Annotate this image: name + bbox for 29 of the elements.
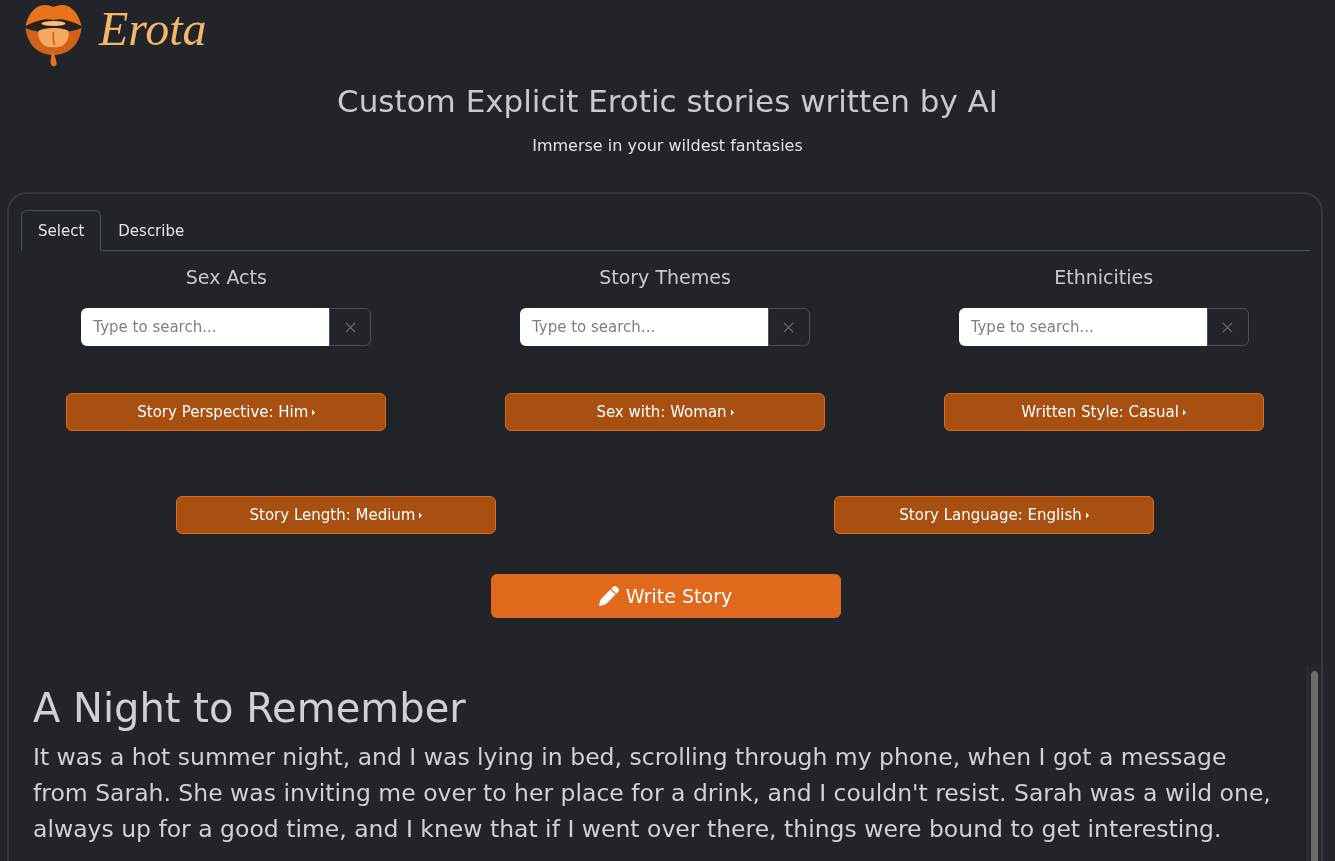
search-field[interactable]: Type to search... [520, 308, 768, 346]
close-icon [344, 321, 356, 333]
caret-icon [1085, 511, 1089, 519]
page-title: Custom Explicit Erotic stories written by AI [337, 83, 998, 119]
dropdown-button[interactable]: Story Language: English [834, 496, 1154, 534]
close-icon [783, 321, 795, 333]
search-field[interactable]: Type to search... [81, 308, 330, 346]
filter-heading: Story Themes [599, 265, 731, 289]
story-text: It was a hot summer night, and I was lying in bed, scrolling through my phone, when I got a message from Sarah. She was inviting me over to her place for a drink, and I couldn't resist. Sarah was a wild one, always up for a good time, and I knew that if I went over there, things were bound to get interesting. [33, 742, 1272, 845]
search-field[interactable]: Type to search... [958, 308, 1207, 346]
logo-wordmark[interactable]: Erota [99, 1, 207, 57]
tab[interactable]: Select [21, 210, 102, 251]
clear-button[interactable] [1206, 308, 1249, 346]
write-story-button[interactable]: Write Story [490, 574, 841, 618]
dropdown-button[interactable]: Story Length: Medium [176, 496, 496, 534]
dropdown-button[interactable]: Written Style: Casual [943, 393, 1264, 431]
dropdown-button[interactable]: Sex with: Woman [505, 393, 825, 431]
filter-heading: Ethnicities [1054, 265, 1154, 289]
dropdown-button[interactable]: Story Perspective: Him [66, 393, 387, 431]
caret-icon [419, 511, 423, 519]
pencil-icon [598, 586, 619, 606]
story-title: A Night to Remember [33, 685, 467, 731]
close-icon [1222, 321, 1234, 333]
caret-icon [1182, 408, 1186, 416]
tab[interactable]: Describe [101, 210, 202, 251]
caret-icon [312, 408, 316, 416]
page-subtitle: Immerse in your wildest fantasies [532, 136, 803, 156]
filter-heading: Sex Acts [185, 265, 267, 289]
caret-icon [730, 408, 734, 416]
